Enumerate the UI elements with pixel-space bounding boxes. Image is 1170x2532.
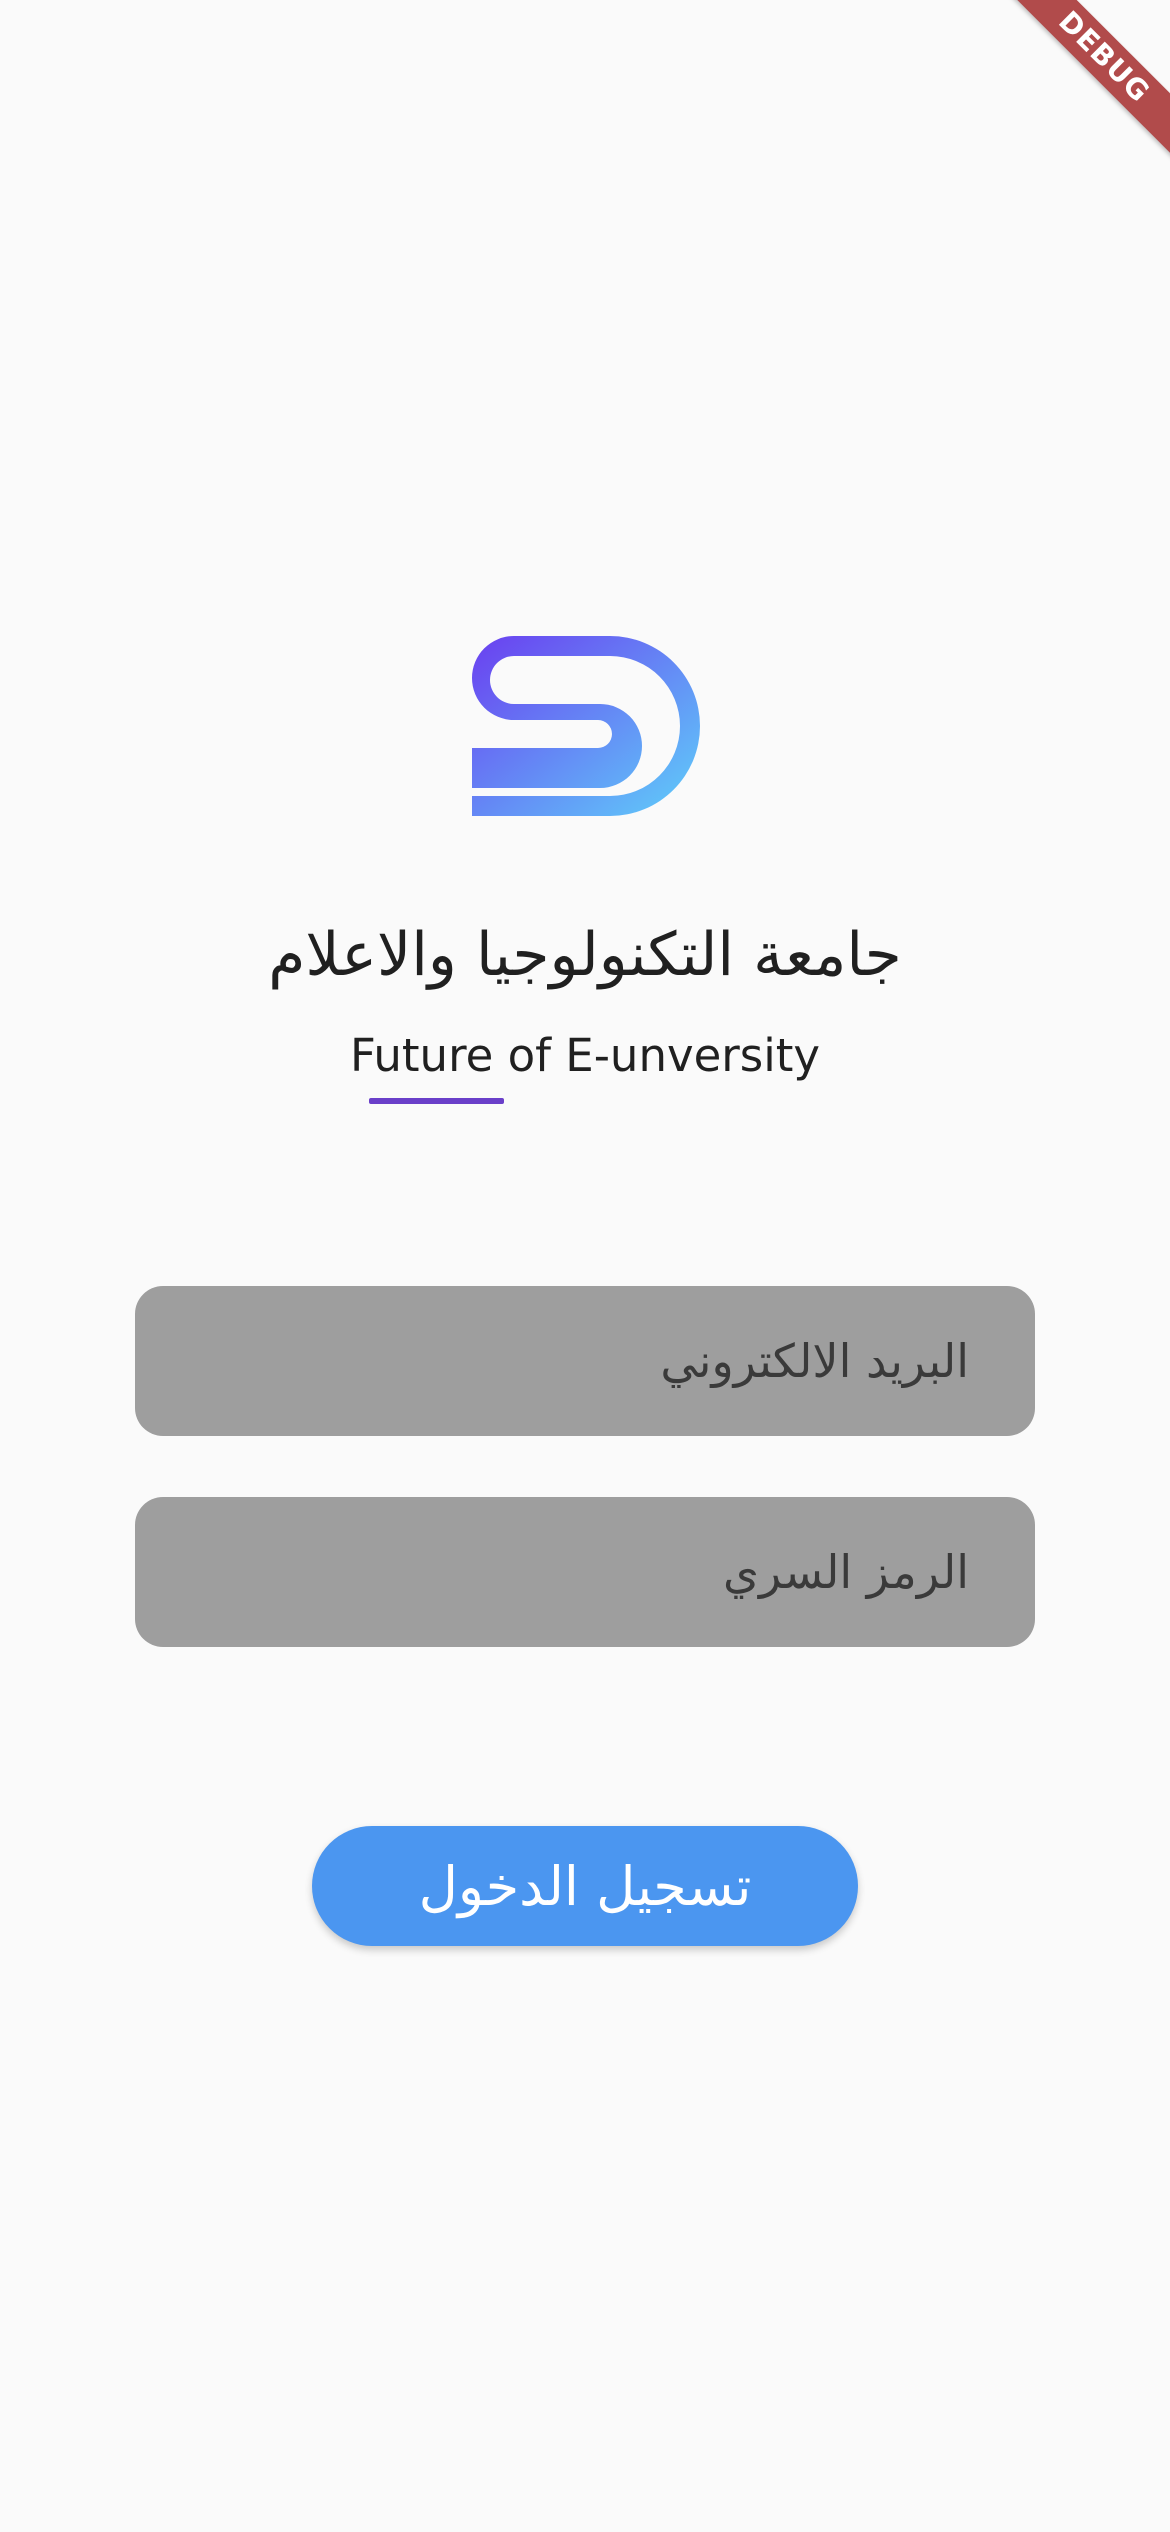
login-button[interactable]: تسجيل الدخول	[312, 1826, 858, 1946]
email-field-container[interactable]	[135, 1286, 1035, 1436]
password-field[interactable]	[199, 1544, 971, 1600]
debug-ribbon: DEBUG	[997, 0, 1170, 164]
university-subtitle: Future of E-unversity	[349, 1029, 821, 1082]
subtitle-underline	[369, 1098, 504, 1104]
password-field-container[interactable]	[135, 1497, 1035, 1647]
email-field[interactable]	[199, 1333, 971, 1389]
s-d-logo-icon	[472, 636, 700, 816]
debug-banner: DEBUG	[970, 0, 1170, 200]
university-title: جامعة التكنولوجيا والاعلام	[268, 920, 902, 990]
